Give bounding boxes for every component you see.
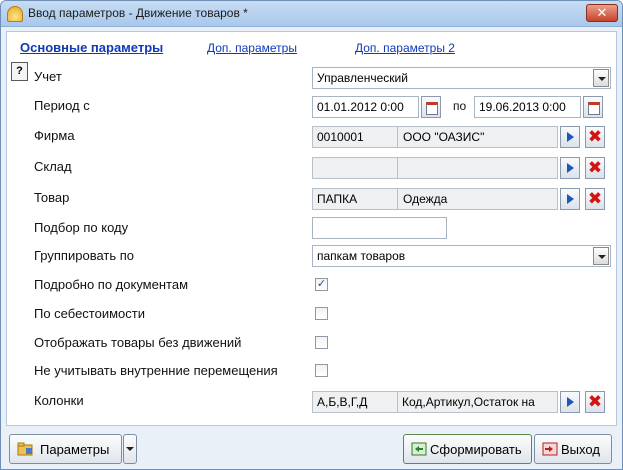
podbor-input[interactable] <box>312 217 447 239</box>
folder-icon <box>17 442 33 456</box>
help-button[interactable]: ? <box>11 62 28 81</box>
kolonki-label: Колонки <box>34 393 84 408</box>
vnutrennie-label: Не учитывать внутренние перемещения <box>34 363 278 378</box>
tovar-field[interactable]: ПАПКА Одежда <box>312 188 558 210</box>
generate-icon <box>411 442 427 456</box>
kolonki-field[interactable]: А,Б,В,Г,Д Код,Артикул,Остаток на <box>312 391 558 413</box>
gruppirovat-label: Группировать по <box>34 248 135 263</box>
clear-icon[interactable]: ✖ <box>585 126 605 148</box>
chevron-down-icon[interactable] <box>593 247 609 265</box>
select-arrow-icon[interactable] <box>560 157 580 179</box>
dialog-window: Ввод параметров - Движение товаров * ✕ О… <box>0 0 623 470</box>
bez-dvizheniy-checkbox[interactable] <box>315 336 328 349</box>
chevron-down-icon <box>126 447 134 451</box>
sebestoimost-label: По себестоимости <box>34 306 145 321</box>
uchet-label: Учет <box>34 69 62 84</box>
parameters-button-label: Параметры <box>40 442 110 457</box>
parameters-dropdown-button[interactable] <box>123 434 137 464</box>
firma-name: ООО "ОАЗИС" <box>403 130 485 144</box>
close-button[interactable]: ✕ <box>586 4 618 22</box>
podrobno-label: Подробно по документам <box>34 277 189 292</box>
window-title: Ввод параметров - Движение товаров * <box>28 6 248 20</box>
period-label: Период с <box>34 98 90 113</box>
period-from-input[interactable]: 01.01.2012 0:00 <box>312 96 419 118</box>
tab-main-parameters[interactable]: Основные параметры <box>20 40 163 55</box>
app-icon <box>7 6 23 22</box>
calendar-icon[interactable] <box>421 96 441 118</box>
parameters-button[interactable]: Параметры <box>9 434 122 464</box>
period-to-input[interactable]: 19.06.2013 0:00 <box>474 96 581 118</box>
podbor-label: Подбор по коду <box>34 220 129 235</box>
kolonki-code: А,Б,В,Г,Д <box>317 395 368 409</box>
clear-icon[interactable]: ✖ <box>585 157 605 179</box>
gruppirovat-select[interactable]: папкам товаров <box>312 245 611 267</box>
checkmark-icon: ✓ <box>316 278 327 290</box>
tovar-name: Одежда <box>403 192 448 206</box>
tab-extra-parameters-2[interactable]: Доп. параметры 2 <box>355 41 455 55</box>
sklad-field[interactable] <box>312 157 558 179</box>
uchet-select[interactable]: Управленческий <box>312 67 611 89</box>
generate-button[interactable]: Сформировать <box>403 434 532 464</box>
tovar-code: ПАПКА <box>317 192 358 206</box>
calendar-icon[interactable] <box>583 96 603 118</box>
select-arrow-icon[interactable] <box>560 188 580 210</box>
kolonki-name: Код,Артикул,Остаток на <box>402 395 535 409</box>
clear-icon[interactable]: ✖ <box>585 188 605 210</box>
podrobno-checkbox[interactable]: ✓ <box>315 278 328 291</box>
parameters-panel: Основные параметры Доп. параметры Доп. п… <box>6 31 617 426</box>
vnutrennie-checkbox[interactable] <box>315 364 328 377</box>
exit-icon <box>542 442 558 456</box>
title-bar[interactable]: Ввод параметров - Движение товаров * ✕ <box>1 1 622 27</box>
firma-code: 0010001 <box>317 130 364 144</box>
clear-icon[interactable]: ✖ <box>585 391 605 413</box>
tovar-label: Товар <box>34 190 70 205</box>
bez-dvizheniy-label: Отображать товары без движений <box>34 335 242 350</box>
firma-field[interactable]: 0010001 ООО "ОАЗИС" <box>312 126 558 148</box>
exit-button-label: Выход <box>561 442 600 457</box>
gruppirovat-value: папкам товаров <box>317 249 406 263</box>
exit-button[interactable]: Выход <box>534 434 612 464</box>
sklad-label: Склад <box>34 159 72 174</box>
select-arrow-icon[interactable] <box>560 391 580 413</box>
period-to-value: 19.06.2013 0:00 <box>479 100 566 114</box>
chevron-down-icon[interactable] <box>593 69 609 87</box>
period-from-value: 01.01.2012 0:00 <box>317 100 404 114</box>
uchet-value: Управленческий <box>317 71 408 85</box>
select-arrow-icon[interactable] <box>560 126 580 148</box>
generate-button-label: Сформировать <box>430 442 522 457</box>
firma-label: Фирма <box>34 128 75 143</box>
bottom-toolbar: Параметры Сформировать Выход <box>6 431 617 467</box>
sebestoimost-checkbox[interactable] <box>315 307 328 320</box>
tab-extra-parameters[interactable]: Доп. параметры <box>207 41 297 55</box>
period-to-label: по <box>453 99 467 113</box>
